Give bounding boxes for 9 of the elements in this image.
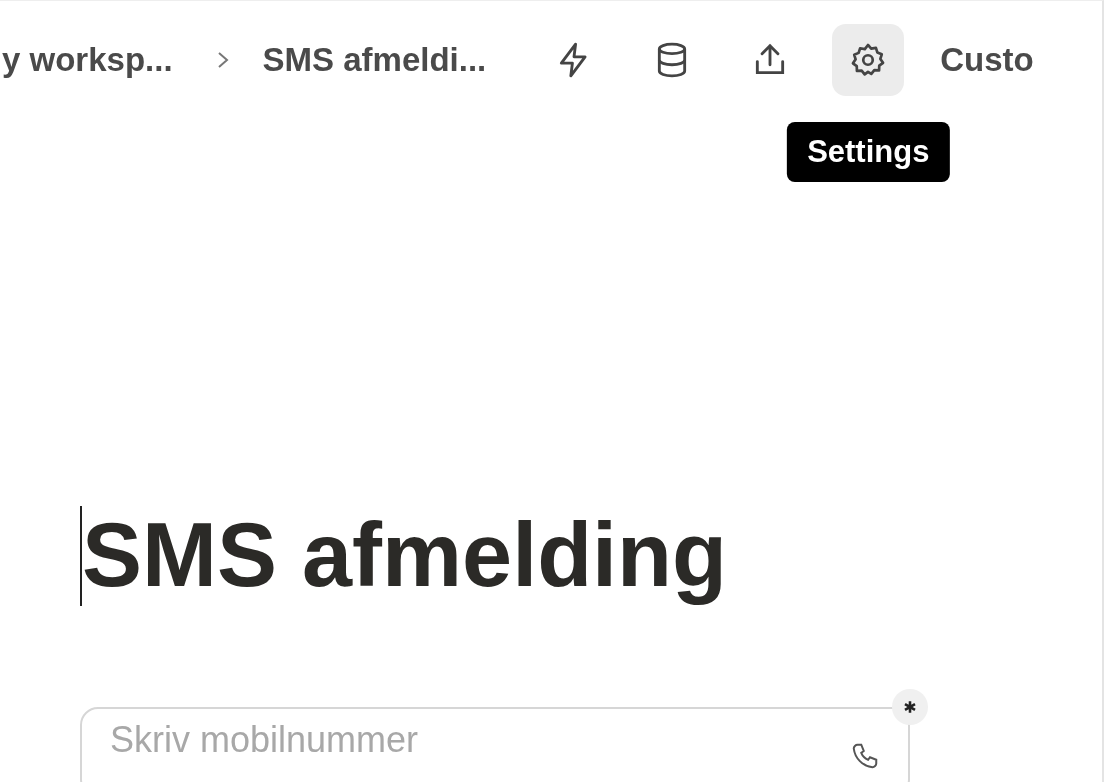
breadcrumb-link[interactable]: SMS afmeldi... [262, 41, 487, 79]
breadcrumb-link[interactable]: y worksp... [2, 41, 173, 79]
tooltip: Settings [787, 122, 950, 182]
chevron-icon [216, 50, 229, 70]
customize-link[interactable]: Custo [940, 41, 1034, 79]
phone-input-field[interactable]: Skriv mobilnummer [80, 707, 910, 782]
page-title[interactable]: SMS afmelding [82, 504, 728, 607]
phone-icon [850, 741, 880, 771]
settings-button[interactable] [832, 24, 905, 96]
